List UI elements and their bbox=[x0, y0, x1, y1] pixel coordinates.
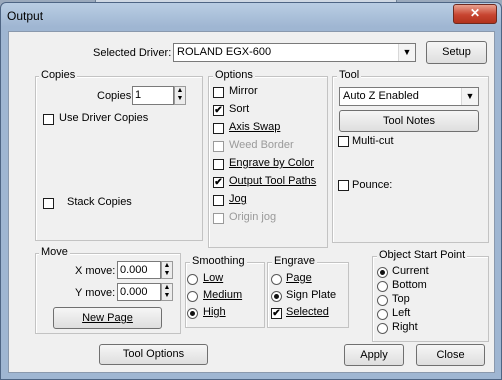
close-window-button[interactable]: ✕ bbox=[453, 4, 497, 24]
tool-mode-select[interactable]: Auto Z Enabled ▼ bbox=[339, 87, 479, 106]
selected-driver-label: Selected Driver: bbox=[93, 47, 172, 59]
start-bottom-label: Bottom bbox=[392, 279, 427, 291]
output-dialog: Output ✕ Selected Driver: ROLAND EGX-600… bbox=[0, 2, 502, 380]
copies-input[interactable]: 1 bbox=[132, 86, 174, 105]
start-left-label: Left bbox=[392, 307, 411, 319]
y-move-label: Y move: bbox=[75, 287, 116, 299]
weed-border-checkbox bbox=[213, 141, 224, 152]
y-move-spinner[interactable]: ▲ ▼ bbox=[161, 283, 173, 301]
tool-notes-button[interactable]: Tool Notes bbox=[339, 110, 479, 132]
close-icon: ✕ bbox=[469, 6, 481, 20]
smoothing-medium-label: Medium bbox=[203, 289, 243, 301]
x-move-input[interactable]: 0.000 bbox=[117, 261, 161, 279]
copies-value: 1 bbox=[135, 89, 142, 101]
use-driver-copies-label: Use Driver Copies bbox=[59, 112, 149, 124]
multi-cut-checkbox[interactable] bbox=[338, 136, 349, 147]
y-move-value: 0.000 bbox=[120, 286, 148, 298]
new-page-button[interactable]: New Page bbox=[53, 307, 162, 329]
object-start-point-group bbox=[372, 256, 489, 342]
weed-border-label: Weed Border bbox=[229, 139, 294, 151]
close-button[interactable]: Close bbox=[416, 344, 485, 366]
sort-label: Sort bbox=[229, 103, 250, 115]
smoothing-medium-radio[interactable] bbox=[187, 291, 198, 302]
engrave-page-label: Page bbox=[286, 272, 312, 284]
multi-cut-label: Multi-cut bbox=[352, 135, 394, 147]
driver-select[interactable]: ROLAND EGX-600 ▼ bbox=[173, 43, 416, 62]
chevron-down-icon: ▼ bbox=[461, 88, 478, 105]
smoothing-high-radio[interactable] bbox=[187, 308, 198, 319]
tool-options-button[interactable]: Tool Options bbox=[99, 344, 208, 365]
start-top-label: Top bbox=[392, 293, 410, 305]
start-top-radio[interactable] bbox=[377, 295, 388, 306]
engrave-by-color-label: Engrave by Color bbox=[229, 157, 314, 169]
apply-button[interactable]: Apply bbox=[344, 344, 404, 366]
start-bottom-radio[interactable] bbox=[377, 281, 388, 292]
output-tool-paths-label: Output Tool Paths bbox=[229, 175, 317, 187]
engrave-by-color-checkbox[interactable] bbox=[213, 159, 224, 170]
options-group-title: Options bbox=[213, 69, 255, 81]
y-move-input[interactable]: 0.000 bbox=[117, 283, 161, 301]
copies-label: Copies: bbox=[97, 90, 135, 102]
move-group-title: Move bbox=[39, 246, 70, 258]
axis-swap-label: Axis Swap bbox=[229, 121, 281, 133]
tool-mode-value: Auto Z Enabled bbox=[343, 90, 419, 102]
pounce-label: Pounce: bbox=[352, 179, 393, 191]
mirror-checkbox[interactable] bbox=[213, 87, 224, 98]
origin-jog-checkbox bbox=[213, 213, 224, 224]
output-tool-paths-checkbox[interactable]: ✔ bbox=[213, 177, 224, 188]
axis-swap-checkbox[interactable] bbox=[213, 123, 224, 134]
engrave-sign-plate-radio[interactable] bbox=[271, 291, 282, 302]
smoothing-low-radio[interactable] bbox=[187, 274, 198, 285]
engrave-group-title: Engrave bbox=[272, 255, 317, 267]
dialog-client-area: Selected Driver: ROLAND EGX-600 ▼ Setup … bbox=[8, 31, 495, 373]
setup-button[interactable]: Setup bbox=[426, 41, 487, 64]
mirror-label: Mirror bbox=[229, 85, 258, 97]
stack-copies-checkbox[interactable] bbox=[43, 198, 54, 209]
stack-copies-label: Stack Copies bbox=[67, 196, 132, 208]
object-start-point-title: Object Start Point bbox=[377, 249, 468, 261]
chevron-down-icon: ▼ bbox=[398, 44, 415, 61]
origin-jog-label: Origin jog bbox=[229, 211, 277, 223]
window-title: Output bbox=[7, 9, 44, 23]
tool-group-title: Tool bbox=[337, 69, 362, 81]
jog-checkbox[interactable] bbox=[213, 195, 224, 206]
x-move-value: 0.000 bbox=[120, 264, 148, 276]
smoothing-low-label: Low bbox=[203, 272, 224, 284]
copies-group-title: Copies bbox=[39, 69, 78, 81]
engrave-page-radio[interactable] bbox=[271, 274, 282, 285]
x-move-spinner[interactable]: ▲ ▼ bbox=[161, 261, 173, 279]
driver-select-value: ROLAND EGX-600 bbox=[177, 46, 272, 58]
smoothing-high-label: High bbox=[203, 306, 226, 318]
engrave-selected-label: Selected bbox=[286, 306, 329, 318]
start-right-label: Right bbox=[392, 321, 418, 333]
engrave-selected-checkbox[interactable]: ✔ bbox=[271, 308, 282, 319]
sort-checkbox[interactable]: ✔ bbox=[213, 105, 224, 116]
jog-label: Jog bbox=[229, 193, 247, 205]
start-current-label: Current bbox=[392, 265, 429, 277]
smoothing-group-title: Smoothing bbox=[190, 255, 247, 267]
start-left-radio[interactable] bbox=[377, 309, 388, 320]
start-current-radio[interactable] bbox=[377, 267, 388, 278]
title-bar[interactable]: Output ✕ bbox=[1, 3, 501, 30]
pounce-checkbox[interactable] bbox=[338, 180, 349, 191]
new-page-label: New Page bbox=[82, 312, 133, 324]
copies-spinner[interactable]: ▲ ▼ bbox=[174, 86, 186, 105]
start-right-radio[interactable] bbox=[377, 323, 388, 334]
use-driver-copies-checkbox[interactable] bbox=[43, 114, 54, 125]
x-move-label: X move: bbox=[75, 265, 116, 277]
engrave-sign-plate-label: Sign Plate bbox=[286, 289, 337, 301]
